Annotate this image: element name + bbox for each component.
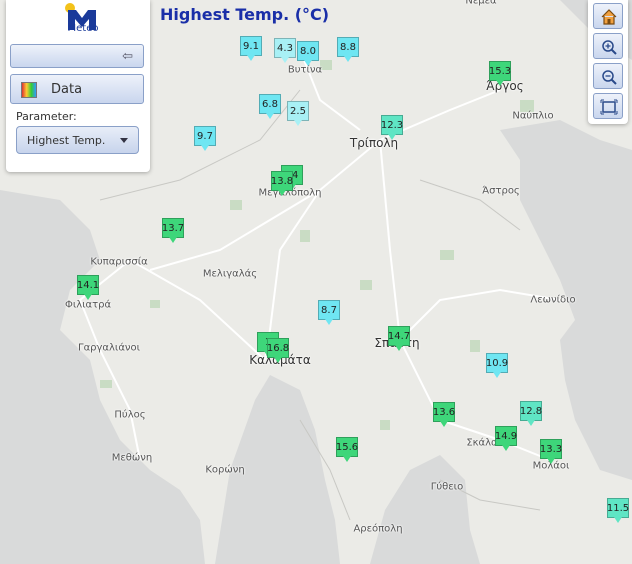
- place-label: Αρεόπολη: [353, 523, 403, 535]
- map-toolbar: [588, 0, 628, 124]
- station-marker[interactable]: 14.7: [388, 326, 410, 351]
- station-marker[interactable]: 12.3: [381, 115, 403, 140]
- zoom-in-icon: [602, 40, 617, 55]
- arrow-left-icon: ⇦: [122, 49, 133, 64]
- station-marker[interactable]: 13.8: [271, 171, 293, 196]
- color-scale-icon: [21, 82, 37, 98]
- map-title: Highest Temp. (°C): [160, 5, 330, 24]
- place-label: Άστρος: [482, 185, 520, 197]
- station-marker[interactable]: 14.9: [495, 426, 517, 451]
- station-marker[interactable]: 8.8: [337, 37, 359, 62]
- station-marker[interactable]: 13.6: [433, 402, 455, 427]
- collapse-panel-button[interactable]: ⇦: [10, 44, 144, 68]
- station-marker[interactable]: 8.7: [318, 300, 340, 325]
- place-label: Ναύπλιο: [512, 110, 554, 122]
- place-label: Σκάλα: [466, 437, 498, 449]
- zoom-out-icon: [602, 70, 617, 85]
- home-icon: [601, 9, 617, 25]
- station-marker[interactable]: 10.9: [486, 353, 508, 378]
- place-label: Νεμέα: [465, 0, 497, 7]
- data-tab[interactable]: Data: [10, 74, 144, 104]
- station-marker[interactable]: 12.8: [520, 401, 542, 426]
- parameter-label: Parameter:: [16, 110, 77, 123]
- fullscreen-button[interactable]: [593, 93, 623, 119]
- station-marker[interactable]: 2.5: [287, 101, 309, 126]
- station-marker[interactable]: 6.8: [259, 94, 281, 119]
- station-marker[interactable]: 9.7: [194, 126, 216, 151]
- place-label: Μεθώνη: [111, 452, 153, 464]
- place-label: Πύλος: [114, 409, 146, 421]
- place-label: Φιλιατρά: [64, 299, 112, 311]
- place-label: Άργος: [486, 79, 524, 93]
- station-marker[interactable]: 8.0: [297, 41, 319, 66]
- station-marker[interactable]: 14.1: [77, 275, 99, 300]
- zoom-in-button[interactable]: [593, 33, 623, 59]
- parameter-select-value: Highest Temp.: [27, 134, 106, 147]
- place-label: Κορώνη: [205, 464, 245, 476]
- place-label: Λεωνίδιο: [530, 294, 576, 306]
- zoom-out-button[interactable]: [593, 63, 623, 89]
- logo-text: Meteo: [67, 23, 99, 34]
- parameter-select[interactable]: Highest Temp.: [16, 126, 139, 154]
- station-marker[interactable]: 9.1: [240, 36, 262, 61]
- place-label: Βυτίνα: [287, 64, 323, 76]
- station-marker[interactable]: 13.3: [540, 439, 562, 464]
- place-label: Μελιγαλάς: [202, 268, 258, 280]
- data-tab-label: Data: [51, 82, 83, 97]
- place-label: Κυπαρισσία: [90, 256, 148, 268]
- station-marker[interactable]: 4.3: [274, 38, 296, 63]
- fullscreen-icon: [600, 99, 618, 115]
- station-marker[interactable]: 11.5: [607, 498, 629, 523]
- station-marker[interactable]: 15.6: [336, 437, 358, 462]
- control-panel: Meteo ⇦ Data Parameter: Highest Temp.: [6, 0, 150, 172]
- station-marker[interactable]: 13.7: [162, 218, 184, 243]
- place-label: Γαργαλιάνοι: [77, 342, 141, 354]
- chevron-down-icon: [120, 138, 128, 143]
- station-marker[interactable]: 15.3: [489, 61, 511, 86]
- place-label: Γύθειο: [430, 481, 464, 493]
- home-button[interactable]: [593, 3, 623, 29]
- station-marker[interactable]: 16.8: [267, 338, 289, 363]
